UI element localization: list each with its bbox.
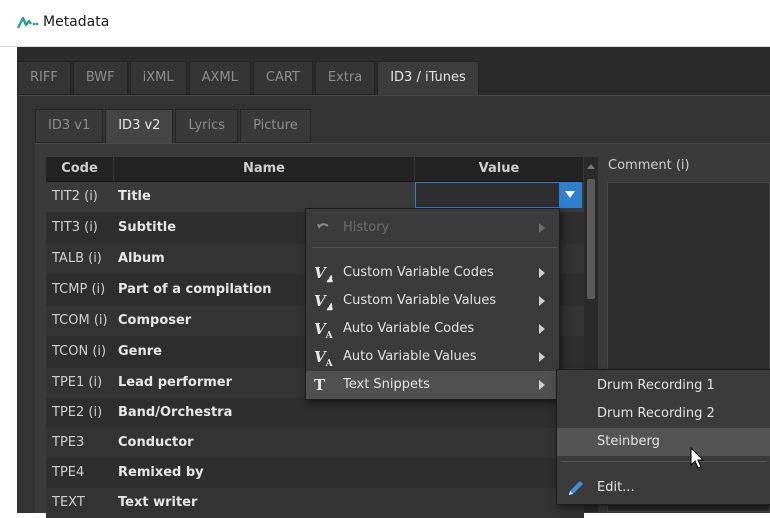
text-snippets-submenu: Drum Recording 1 Drum Recording 2 Steinb… xyxy=(556,369,770,505)
submenu-item-label: Edit... xyxy=(597,480,635,495)
mouse-pointer-icon xyxy=(690,447,705,469)
tab-lyrics[interactable]: Lyrics xyxy=(175,109,239,143)
sub-tab-bar: ID3 v1 ID3 v2 Lyrics Picture xyxy=(35,109,313,145)
tab-bwf[interactable]: BWF xyxy=(72,61,128,95)
tab-id3-itunes[interactable]: ID3 / iTunes xyxy=(377,61,479,97)
column-header-value[interactable]: Value xyxy=(415,157,584,181)
menu-item-custom-variable-values[interactable]: V♟ Custom Variable Values xyxy=(306,287,559,315)
row-name: Part of a compilation xyxy=(118,282,272,297)
row-code: TPE3 xyxy=(52,435,85,450)
menu-item-label: History xyxy=(343,220,390,235)
text-icon: T xyxy=(314,376,326,394)
menu-item-label: Custom Variable Values xyxy=(343,293,497,308)
tab-cart[interactable]: CART xyxy=(252,61,313,95)
menu-item-label: Auto Variable Codes xyxy=(343,321,475,336)
scroll-thumb[interactable] xyxy=(587,179,595,299)
menu-item-text-snippets[interactable]: T Text Snippets xyxy=(306,371,559,399)
table-row[interactable]: TPE2 (i) Band/Orchestra xyxy=(46,398,584,428)
row-code: TIT3 (i) xyxy=(52,220,98,235)
table-row[interactable]: TEXT Text writer xyxy=(46,488,584,518)
table-header: Code Name Value xyxy=(46,157,584,182)
value-input[interactable] xyxy=(415,182,582,208)
row-name: Band/Orchestra xyxy=(118,405,233,420)
row-name: Album xyxy=(118,251,165,266)
comment-label: Comment (i) xyxy=(608,158,690,173)
row-name: Genre xyxy=(118,344,162,359)
row-name: Text writer xyxy=(118,495,198,510)
tab-ixml[interactable]: iXML xyxy=(129,61,187,95)
menu-separator xyxy=(561,461,767,462)
submenu-arrow-icon xyxy=(539,324,545,334)
submenu-arrow-icon xyxy=(539,296,545,306)
row-code: TPE4 xyxy=(52,465,85,480)
menu-item-custom-variable-codes[interactable]: V♟ Custom Variable Codes xyxy=(306,259,559,287)
pencil-icon xyxy=(569,481,583,495)
menu-item-label: Text Snippets xyxy=(343,377,430,392)
menu-item-auto-variable-codes[interactable]: VA Auto Variable Codes xyxy=(306,315,559,343)
row-code: TCOM (i) xyxy=(52,313,108,328)
submenu-arrow-icon xyxy=(539,223,545,233)
row-name: Remixed by xyxy=(118,465,204,480)
snippet-drum-recording-1[interactable]: Drum Recording 1 xyxy=(557,372,770,400)
tab-id3-v1[interactable]: ID3 v1 xyxy=(35,109,104,143)
tab-extra[interactable]: Extra xyxy=(314,61,376,95)
auto-variable-icon: VA xyxy=(314,348,333,369)
custom-variable-icon: V♟ xyxy=(314,292,334,313)
context-menu: History V♟ Custom Variable Codes V♟ Cust… xyxy=(305,208,560,400)
menu-separator xyxy=(312,247,557,248)
row-code: TPE2 (i) xyxy=(52,405,103,420)
row-code: TEXT xyxy=(52,495,85,510)
custom-variable-icon: V♟ xyxy=(314,264,334,285)
row-name: Subtitle xyxy=(118,220,177,235)
app-logo-icon xyxy=(17,16,39,29)
row-name: Conductor xyxy=(118,435,194,450)
tab-picture[interactable]: Picture xyxy=(240,109,311,143)
undo-icon xyxy=(317,223,329,229)
row-code: TCMP (i) xyxy=(52,282,106,297)
table-row[interactable]: TPE4 Remixed by xyxy=(46,458,584,488)
window-title: Metadata xyxy=(43,14,110,30)
snippet-steinberg[interactable]: Steinberg xyxy=(557,428,770,456)
title-bar: Metadata xyxy=(0,0,770,47)
row-code: TCON (i) xyxy=(52,344,107,359)
submenu-item-label: Drum Recording 2 xyxy=(597,406,715,421)
row-code: TALB (i) xyxy=(52,251,102,266)
menu-item-label: Custom Variable Codes xyxy=(343,265,494,280)
submenu-item-label: Drum Recording 1 xyxy=(597,378,715,393)
table-row[interactable]: TPE3 Conductor xyxy=(46,428,584,458)
tab-axml[interactable]: AXML xyxy=(188,61,251,95)
snippet-drum-recording-2[interactable]: Drum Recording 2 xyxy=(557,400,770,428)
row-name: Lead performer xyxy=(118,375,233,390)
menu-item-history[interactable]: History xyxy=(306,214,559,242)
snippet-edit[interactable]: Edit... xyxy=(557,474,770,502)
row-name: Title xyxy=(118,189,151,204)
tab-id3-v2[interactable]: ID3 v2 xyxy=(105,109,174,145)
row-code: TIT2 (i) xyxy=(52,189,98,204)
submenu-arrow-icon xyxy=(539,352,545,362)
row-code: TPE1 (i) xyxy=(52,375,103,390)
chevron-down-icon xyxy=(565,191,575,198)
submenu-arrow-icon xyxy=(539,268,545,278)
column-header-name[interactable]: Name xyxy=(114,157,415,181)
value-dropdown-button[interactable] xyxy=(559,183,581,207)
scroll-up-icon[interactable] xyxy=(587,164,595,169)
auto-variable-icon: VA xyxy=(314,320,333,341)
menu-item-auto-variable-values[interactable]: VA Auto Variable Values xyxy=(306,343,559,371)
main-tab-bar: RIFF BWF iXML AXML CART Extra ID3 / iTun… xyxy=(17,61,481,97)
submenu-item-label: Steinberg xyxy=(597,434,660,449)
column-header-code[interactable]: Code xyxy=(46,157,114,181)
menu-item-label: Auto Variable Values xyxy=(343,349,477,364)
tab-riff[interactable]: RIFF xyxy=(17,61,71,95)
submenu-arrow-icon xyxy=(539,380,545,390)
row-name: Composer xyxy=(118,313,192,328)
